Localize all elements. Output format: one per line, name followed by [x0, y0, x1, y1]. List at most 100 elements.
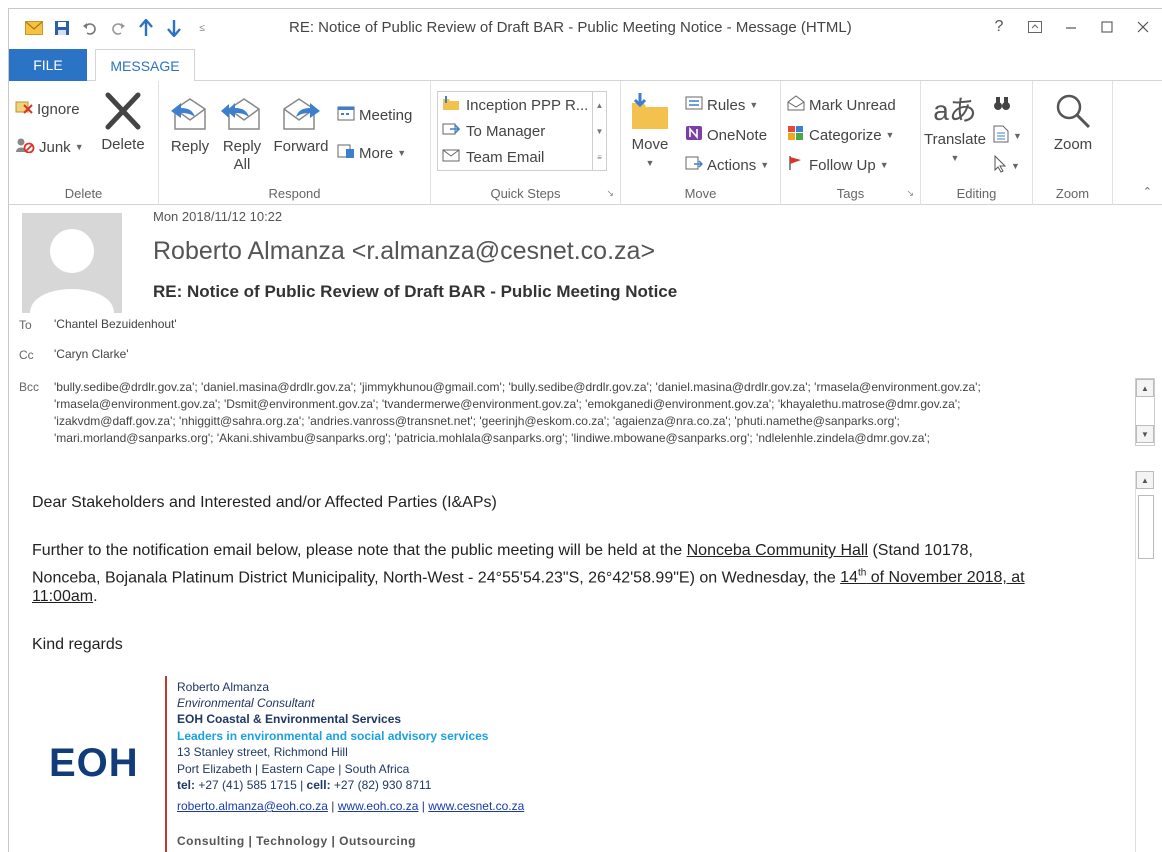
actions-icon [685, 155, 704, 175]
mark-unread-button[interactable]: Mark Unread [787, 95, 896, 115]
bcc-scrollbar[interactable]: ▲ ▼ [1135, 378, 1155, 446]
signature-company: EOH Coastal & Environmental Services [177, 712, 402, 726]
meeting-button[interactable]: Meeting [337, 105, 412, 125]
delete-button[interactable]: Delete [97, 91, 149, 154]
mark-unread-label: Mark Unread [809, 96, 896, 114]
minimize-icon[interactable] [1058, 15, 1084, 39]
mail-icon[interactable] [21, 15, 47, 41]
to-recipients[interactable]: 'Chantel Bezuidenhout' [54, 317, 177, 331]
translate-label: Translate [924, 131, 986, 148]
select-button[interactable]: ▼ [993, 154, 1020, 177]
ribbon-display-options-icon[interactable] [1022, 15, 1048, 39]
signature-divider [165, 676, 167, 852]
cc-recipients[interactable]: 'Caryn Clarke' [54, 347, 129, 361]
quick-step-label: To Manager [466, 122, 546, 140]
zoom-button[interactable]: Zoom [1043, 91, 1103, 154]
expand-gallery-icon[interactable]: ≡ [597, 153, 602, 162]
tab-message[interactable]: MESSAGE [95, 49, 195, 82]
more-respond-button[interactable]: More ▼ [337, 143, 406, 163]
quick-step-to-manager[interactable]: To Manager [438, 118, 606, 144]
delete-group: Ignore Junk ▼ Delete Delete [9, 81, 159, 205]
scroll-up-icon[interactable]: ▲ [1136, 471, 1154, 489]
scroll-down-icon[interactable]: ▼ [1136, 425, 1154, 443]
actions-button[interactable]: Actions ▼ [685, 155, 769, 175]
onenote-button[interactable]: OneNote [685, 125, 767, 145]
related-button[interactable]: ▼ [993, 125, 1022, 147]
scroll-up-icon[interactable]: ▲ [596, 101, 604, 110]
bcc-label: Bcc [19, 380, 40, 394]
signature-title: Environmental Consultant [177, 696, 315, 710]
find-button[interactable] [993, 95, 1011, 115]
undo-icon[interactable] [77, 15, 103, 41]
body-scrollbar[interactable]: ▲ [1135, 471, 1155, 852]
chevron-down-icon: ▼ [885, 130, 895, 140]
move-group: Move ▼ Rules ▼ OneNote Actions ▼ Move [621, 81, 781, 205]
categorize-button[interactable]: Categorize ▼ [787, 125, 894, 145]
redo-icon[interactable] [105, 15, 131, 41]
cursor-arrow-icon [993, 154, 1007, 177]
scroll-down-icon[interactable]: ▼ [596, 127, 604, 136]
categorize-label: Categorize [809, 126, 882, 144]
chevron-down-icon: ▼ [760, 160, 770, 170]
bcc-recipients[interactable]: 'bully.sedibe@drdlr.gov.za'; 'daniel.mas… [54, 379, 1134, 447]
delete-x-icon [104, 91, 142, 136]
ignore-button[interactable]: Ignore [15, 99, 80, 119]
quick-access-toolbar: ≤ [9, 15, 215, 41]
actions-label: Actions [707, 156, 757, 174]
tel-number: +27 (41) 585 1715 | [195, 778, 307, 792]
forward-button[interactable]: Forward [271, 91, 331, 156]
tags-group-label: Tags [836, 186, 865, 201]
meeting-month: of November 2018, at [866, 569, 1025, 587]
move-folder-icon [630, 91, 670, 136]
rules-icon [685, 95, 703, 115]
delete-label: Delete [101, 136, 145, 153]
help-button[interactable]: ? [986, 15, 1012, 39]
dialog-launcher-icon[interactable]: ↘ [906, 188, 914, 199]
scroll-up-icon[interactable]: ▲ [1136, 379, 1154, 397]
dialog-launcher-icon[interactable]: ↘ [606, 188, 614, 199]
website-link-eoh[interactable]: www.eoh.co.za [338, 799, 419, 813]
title-bar: ≤ RE: Notice of Public Review of Draft B… [9, 9, 1162, 47]
close-icon[interactable] [1130, 15, 1156, 39]
reply-all-button[interactable]: Reply All [219, 91, 265, 174]
quick-steps-scroll[interactable]: ▲ ▼ ≡ [592, 92, 606, 170]
sender-name[interactable]: Roberto Almanza <r.almanza@cesnet.co.za> [153, 237, 655, 266]
chevron-down-icon: ▼ [397, 148, 407, 158]
junk-button[interactable]: Junk ▼ [15, 137, 84, 157]
email-link[interactable]: roberto.almanza@eoh.co.za [177, 799, 328, 813]
quick-steps-group: Inception PPP R... To Manager Team Email… [431, 81, 621, 205]
body-paragraph-line1: Further to the notification email below,… [32, 539, 973, 562]
cc-label: Cc [19, 348, 34, 362]
collapse-ribbon-icon[interactable]: ⌃ [1143, 185, 1152, 198]
onenote-label: OneNote [707, 126, 768, 144]
scroll-thumb[interactable] [1138, 495, 1154, 559]
meeting-calendar-icon [337, 105, 355, 125]
next-item-icon[interactable] [161, 15, 187, 41]
signature-name: Roberto Almanza [177, 680, 270, 694]
bcc-line: 'izakvdm@daff.gov.za'; 'nhiggitt@sahra.o… [54, 414, 900, 428]
venue-link: Nonceba Community Hall [686, 542, 869, 559]
quick-step-inception[interactable]: Inception PPP R... [438, 92, 606, 118]
save-icon[interactable] [49, 15, 75, 41]
closing: Kind regards [32, 636, 123, 653]
window-title: RE: Notice of Public Review of Draft BAR… [289, 19, 852, 36]
related-document-icon [993, 125, 1009, 147]
signature-address-2: Port Elizabeth | Eastern Cape | South Af… [177, 762, 410, 776]
signature-links: roberto.almanza@eoh.co.za | www.eoh.co.z… [177, 798, 524, 815]
customize-toolbar-icon[interactable]: ≤ [189, 15, 215, 41]
follow-up-button[interactable]: Follow Up ▼ [787, 155, 889, 175]
separator: | [418, 799, 429, 813]
more-label: More [359, 144, 394, 162]
magnifier-icon [1053, 91, 1093, 136]
folder-move-icon [442, 95, 460, 115]
previous-item-icon[interactable] [133, 15, 159, 41]
reply-button[interactable]: Reply [167, 91, 213, 156]
tab-file[interactable]: FILE [9, 49, 87, 81]
move-button[interactable]: Move ▼ [627, 91, 673, 172]
rules-button[interactable]: Rules ▼ [685, 95, 758, 115]
maximize-icon[interactable] [1094, 15, 1120, 39]
translate-icon: aあ [933, 95, 977, 126]
translate-button[interactable]: aあ Translate ▼ [924, 91, 986, 167]
website-link-cesnet[interactable]: www.cesnet.co.za [428, 799, 524, 813]
quick-step-team-email[interactable]: Team Email [438, 144, 606, 170]
